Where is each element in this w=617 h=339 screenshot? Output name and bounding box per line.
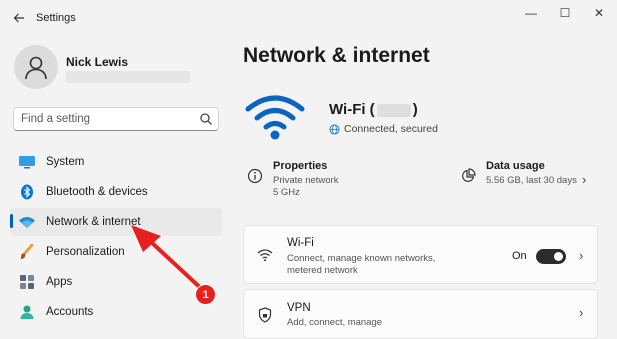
- minimize-button[interactable]: —: [520, 4, 542, 22]
- sidebar-item-accounts[interactable]: Accounts: [10, 298, 222, 326]
- properties-item[interactable]: Properties Private network 5 GHz: [247, 160, 427, 210]
- vpn-card-chevron-icon: ›: [579, 305, 584, 320]
- sidebar-item-label: Accounts: [46, 306, 94, 318]
- data-usage-chevron-icon: ›: [582, 172, 587, 187]
- properties-network-type: Private network: [273, 175, 339, 186]
- annotation-badge: 1: [195, 284, 216, 305]
- wifi-toggle-label: On: [512, 250, 527, 262]
- sidebar-item-label: Personalization: [46, 246, 125, 258]
- system-monitor-icon: [18, 153, 36, 171]
- wifi-icon: [18, 213, 36, 231]
- vpn-card-title: VPN: [287, 302, 311, 314]
- wifi-card-description: Connect, manage known networks,: [287, 253, 436, 264]
- wifi-network-title: Wi-Fi (): [329, 101, 418, 118]
- search-input[interactable]: [21, 111, 196, 127]
- vpn-card[interactable]: VPN Add, connect, manage ›: [243, 289, 598, 339]
- properties-band: 5 GHz: [273, 187, 300, 198]
- user-name: Nick Lewis: [66, 55, 129, 69]
- pie-chart-icon: [462, 168, 476, 182]
- shield-icon: [258, 307, 272, 323]
- user-email-redacted: [66, 71, 190, 83]
- search-box[interactable]: [13, 107, 219, 131]
- close-button[interactable]: ✕: [588, 4, 610, 22]
- wifi-large-icon: [245, 95, 305, 140]
- arrow-left-icon: [13, 13, 24, 23]
- maximize-button[interactable]: ☐: [554, 4, 576, 22]
- vpn-card-description: Add, connect, manage: [287, 317, 383, 328]
- wifi-card-description-2: metered network: [287, 265, 358, 276]
- apps-icon: [18, 273, 36, 291]
- properties-title: Properties: [273, 160, 328, 172]
- back-button[interactable]: [8, 8, 30, 28]
- data-usage-amount: 5.56 GB, last 30 days: [486, 175, 577, 186]
- app-title: Settings: [36, 12, 76, 24]
- wifi-toggle[interactable]: [536, 249, 566, 264]
- wifi-title-suffix: ): [412, 101, 418, 118]
- user-icon: [25, 56, 47, 80]
- accounts-icon: [18, 303, 36, 321]
- wifi-card[interactable]: Wi-Fi Connect, manage known networks, me…: [243, 225, 598, 284]
- bluetooth-icon: [18, 183, 36, 201]
- page-title: Network & internet: [243, 44, 430, 67]
- selection-indicator: [10, 214, 13, 228]
- sidebar-item-bluetooth-devices[interactable]: Bluetooth & devices: [10, 178, 222, 206]
- wifi-status: Connected, secured: [329, 123, 438, 135]
- sidebar-item-label: System: [46, 156, 85, 168]
- wifi-title-prefix: Wi-Fi (: [329, 101, 375, 118]
- wifi-status-text: Connected, secured: [344, 123, 438, 135]
- sidebar-item-system[interactable]: System: [10, 148, 222, 176]
- search-icon[interactable]: [199, 112, 213, 126]
- wifi-card-chevron-icon: ›: [579, 248, 584, 263]
- info-icon: [247, 168, 263, 184]
- ssid-redacted: [376, 103, 411, 117]
- wifi-card-title: Wi-Fi: [287, 237, 314, 249]
- avatar[interactable]: [14, 45, 58, 89]
- sidebar-item-label: Apps: [46, 276, 73, 288]
- wifi-icon: [257, 249, 273, 262]
- globe-icon: [329, 123, 340, 135]
- paint-brush-icon: [18, 243, 36, 261]
- data-usage-title: Data usage: [486, 160, 545, 172]
- data-usage-item[interactable]: Data usage 5.56 GB, last 30 days: [460, 160, 598, 210]
- sidebar-item-label: Bluetooth & devices: [46, 186, 148, 198]
